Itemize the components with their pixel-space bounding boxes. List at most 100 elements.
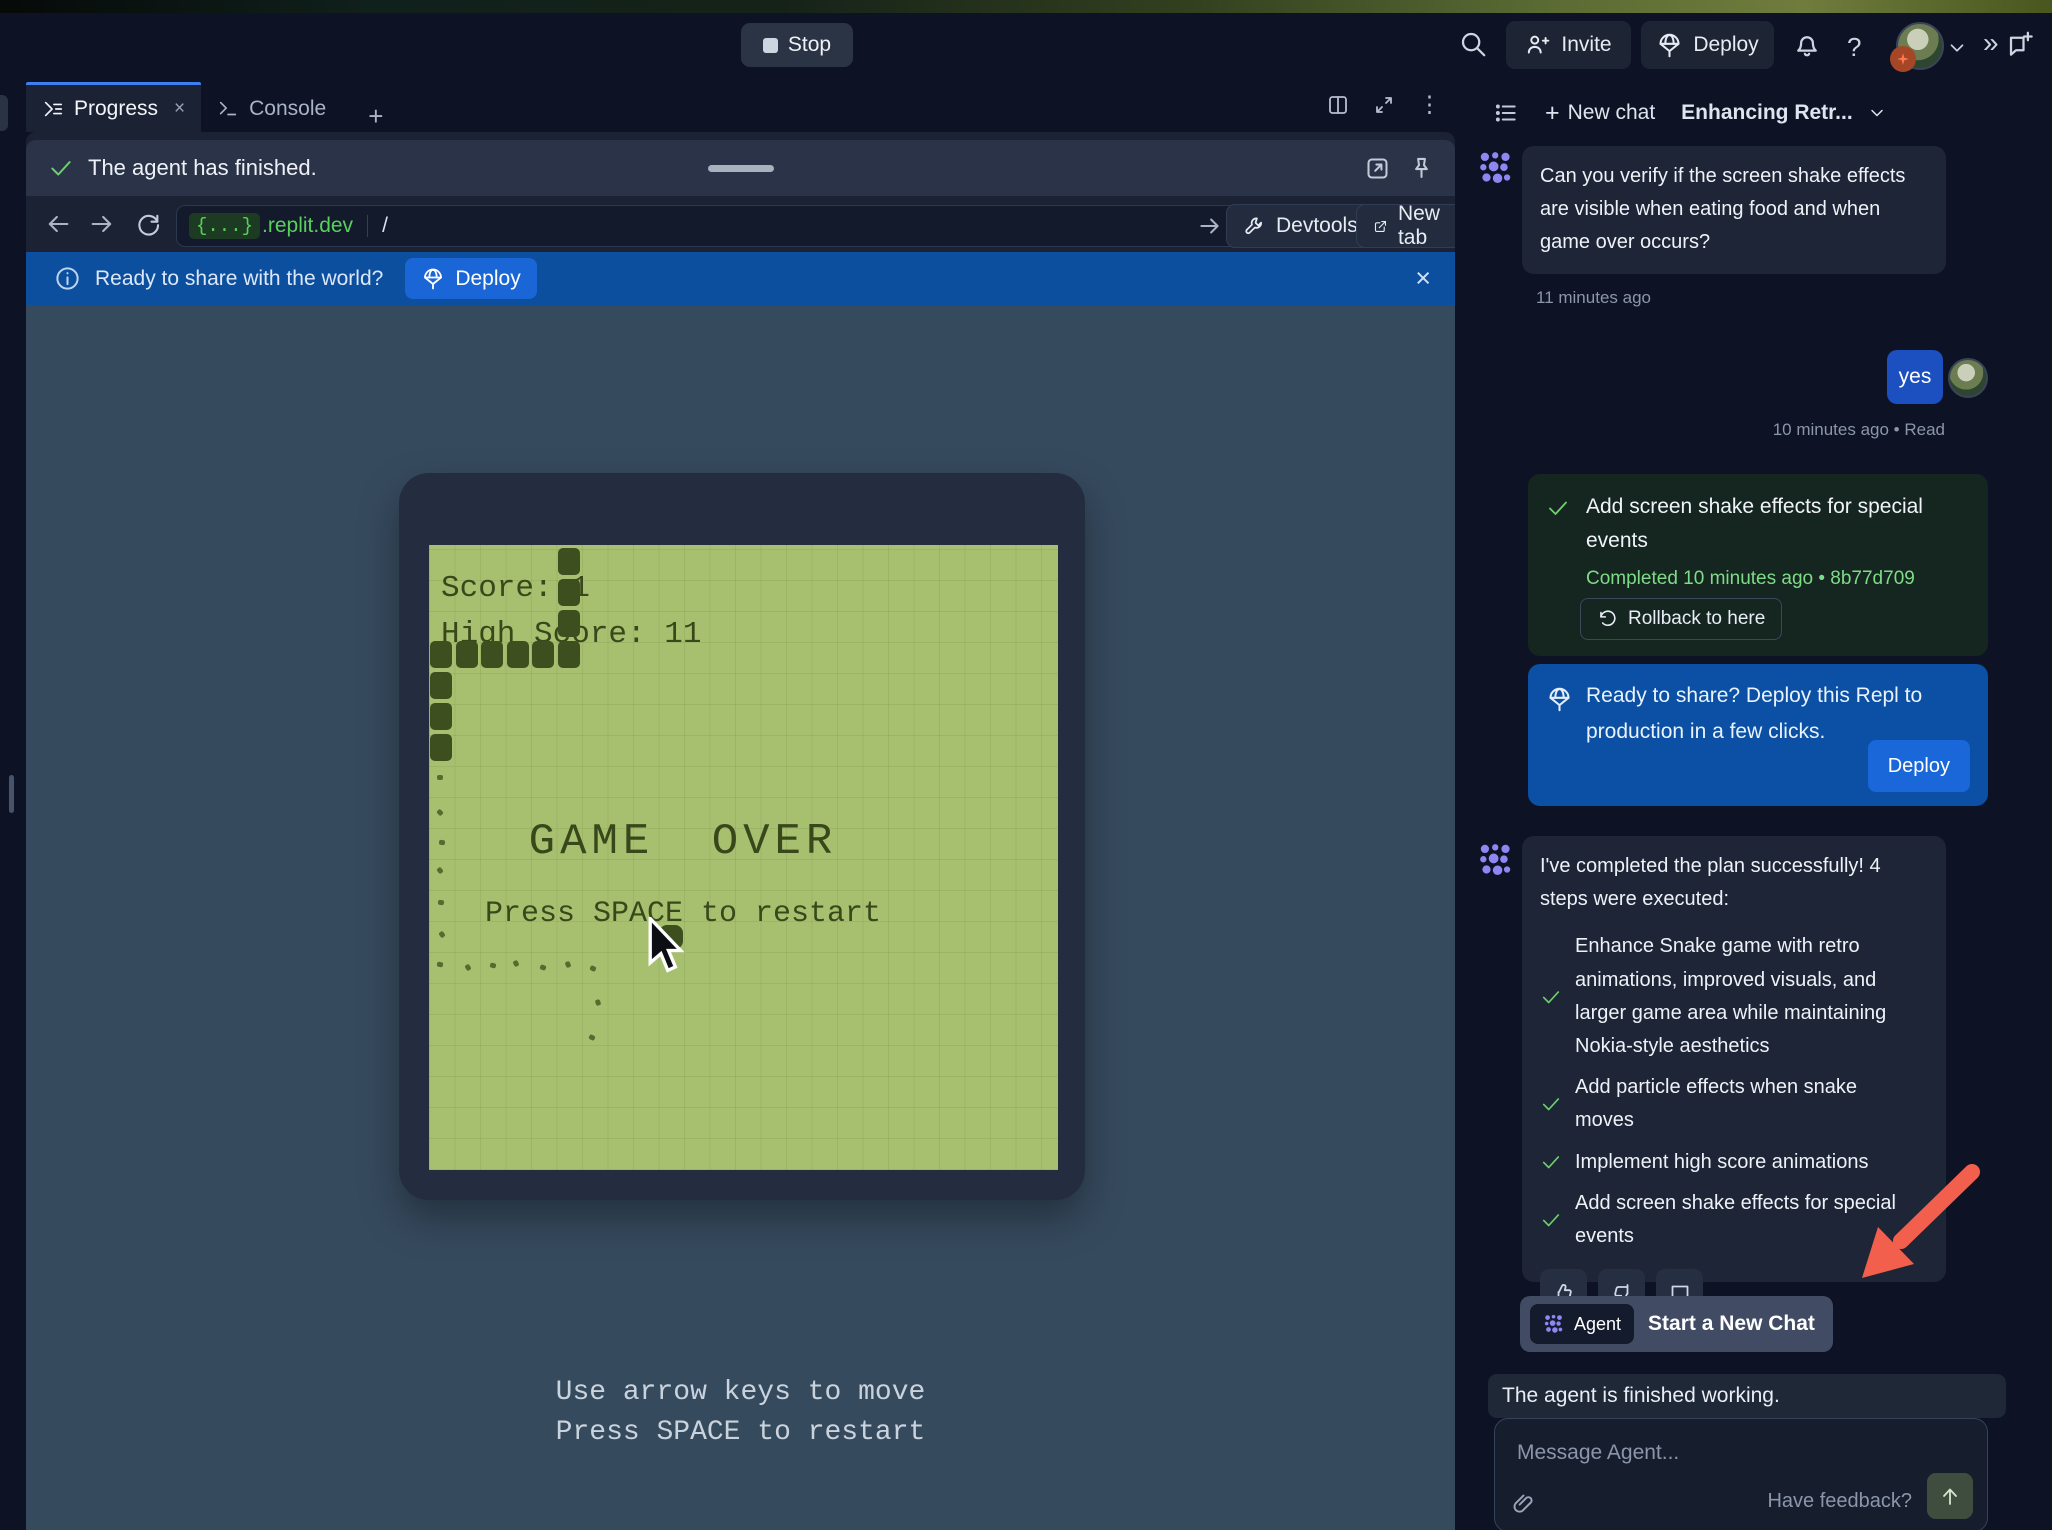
help-icon[interactable]: ?: [1847, 32, 1861, 63]
url-separator: [367, 215, 368, 237]
agent-finished-text: The agent is finished working.: [1502, 1384, 1780, 1408]
pin-icon[interactable]: [1408, 155, 1435, 182]
expand-pane-icon[interactable]: [1372, 93, 1396, 117]
banner-deploy-button[interactable]: Deploy: [405, 258, 536, 299]
new-chat-button[interactable]: + New chat: [1545, 99, 1655, 128]
new-tab-button[interactable]: New tab: [1356, 204, 1465, 248]
progress-tab-icon: [42, 98, 64, 120]
plan-step-text: Add particle effects when snake moves: [1575, 1071, 1905, 1137]
deploy-card-button[interactable]: Deploy: [1868, 740, 1970, 792]
url-host: .replit.dev: [262, 214, 353, 238]
start-new-chat-button[interactable]: Agent Start a New Chat: [1520, 1296, 1833, 1352]
snake-segment: [456, 641, 478, 668]
top-bar: Stop Invite Deploy ? »: [0, 13, 2052, 83]
search-icon[interactable]: [1458, 29, 1488, 59]
agent-message-text: Can you verify if the screen shake effec…: [1540, 165, 1905, 253]
send-up-arrow-icon: [1938, 1484, 1962, 1508]
wrench-icon: [1243, 215, 1266, 238]
snake-segment: [481, 641, 503, 668]
add-tab-button[interactable]: +: [368, 101, 383, 132]
invite-label: Invite: [1561, 33, 1611, 57]
send-button[interactable]: [1927, 1473, 1973, 1519]
attachment-paperclip-icon[interactable]: [1511, 1491, 1537, 1517]
rollback-button[interactable]: Rollback to here: [1580, 598, 1782, 640]
instructions-line-1: Use arrow keys to move: [26, 1377, 1455, 1408]
banner-text: Ready to share with the world?: [95, 267, 383, 291]
agent-status-bar: The agent has finished.: [26, 140, 1455, 196]
notifications-bell-icon[interactable]: [1792, 30, 1822, 60]
url-path: /: [382, 214, 388, 238]
banner-close-icon[interactable]: ×: [1415, 263, 1431, 294]
url-bar[interactable]: {...} .replit.dev /: [176, 205, 1238, 247]
snake-segment: [430, 734, 452, 761]
preview-panel: The agent has finished. {...} .replit.de…: [26, 132, 1455, 1530]
open-in-window-icon[interactable]: [1364, 155, 1391, 182]
refresh-icon[interactable]: [134, 210, 162, 238]
agent-message: Can you verify if the screen shake effec…: [1522, 146, 1946, 274]
check-icon: [48, 155, 74, 181]
tab-progress[interactable]: Progress ×: [26, 82, 201, 132]
snake-segment: [430, 703, 452, 730]
particle: [437, 961, 444, 967]
deploy-card-text: Ready to share? Deploy this Repl to prod…: [1586, 678, 1936, 749]
account-chevron-down-icon[interactable]: [1946, 37, 1968, 59]
invite-person-icon: [1525, 32, 1551, 58]
tab-close-icon[interactable]: ×: [174, 98, 185, 120]
game-screen[interactable]: Score: 1 High Score: 11 GAME OVER Press …: [429, 545, 1058, 1170]
agent-logo-avatar: [1477, 841, 1515, 879]
drag-handle[interactable]: [708, 165, 774, 172]
pane-menu-kebab-icon[interactable]: ⋮: [1418, 93, 1441, 117]
collapse-chat-icon[interactable]: »: [1983, 27, 1999, 59]
deploy-button[interactable]: Deploy: [1641, 21, 1774, 69]
user-message-bubble: yes: [1887, 350, 1943, 404]
particle: [539, 964, 546, 971]
chat-list-icon[interactable]: [1493, 100, 1519, 126]
instructions-line-2: Press SPACE to restart: [26, 1417, 1455, 1448]
split-pane-icon[interactable]: [1326, 93, 1350, 117]
mouse-cursor: [647, 917, 687, 975]
agent-final-message: I've completed the plan successfully! 4 …: [1522, 836, 1946, 1282]
chat-title-dropdown[interactable]: Enhancing Retr...: [1681, 101, 1887, 125]
go-arrow-icon[interactable]: [1197, 213, 1223, 239]
info-icon: [54, 265, 81, 292]
new-chat-window-icon[interactable]: [2006, 29, 2036, 59]
checkpoint-card: Add screen shake effects for special eve…: [1528, 474, 1988, 656]
check-icon: [1540, 1151, 1562, 1173]
replit-workspace: Stop Invite Deploy ? »: [0, 0, 2052, 1530]
deploy-banner: Ready to share with the world? Deploy ×: [26, 252, 1455, 305]
deploy-parachute-icon: [1546, 686, 1573, 713]
new-chat-label: New chat: [1568, 101, 1656, 125]
external-link-icon: [1373, 215, 1388, 238]
user-message-text: yes: [1899, 365, 1932, 389]
checkpoint-completed: Completed 10 minutes ago • 8b77d709: [1586, 568, 1915, 590]
particle: [512, 960, 519, 968]
particle: [588, 1034, 596, 1041]
particle: [438, 931, 446, 939]
plan-step-text: Enhance Snake game with retro animations…: [1575, 930, 1905, 1063]
agent-logo-avatar: [1477, 149, 1515, 187]
invite-button[interactable]: Invite: [1506, 21, 1631, 69]
forward-icon[interactable]: [88, 210, 116, 238]
particle: [595, 999, 602, 1006]
desktop-wallpaper-strip: [0, 0, 2052, 13]
stop-button[interactable]: Stop: [741, 23, 853, 67]
particle: [565, 961, 572, 968]
message-input-box[interactable]: Message Agent... Have feedback?: [1494, 1418, 1988, 1530]
agent-badge: Agent: [1530, 1304, 1634, 1344]
have-feedback-link[interactable]: Have feedback?: [1767, 1490, 1912, 1513]
snake-segment: [430, 641, 452, 668]
back-icon[interactable]: [44, 210, 72, 238]
chat-title: Enhancing Retr...: [1681, 101, 1853, 125]
particle: [489, 962, 496, 968]
pane-tab-strip: Progress × Console + ⋮: [26, 83, 1455, 132]
deploy-parachute-icon: [1656, 32, 1683, 59]
stop-icon: [763, 38, 778, 53]
devtools-button[interactable]: Devtools: [1226, 204, 1375, 248]
left-rail-tab-fragment[interactable]: [0, 95, 8, 131]
console-tab-icon: [217, 98, 239, 120]
agent-logo-icon: [1543, 1313, 1565, 1335]
left-rail-resize-handle[interactable]: [9, 775, 14, 813]
check-icon: [1546, 496, 1570, 520]
avatar[interactable]: [1896, 22, 1940, 66]
tab-console[interactable]: Console: [201, 85, 342, 132]
